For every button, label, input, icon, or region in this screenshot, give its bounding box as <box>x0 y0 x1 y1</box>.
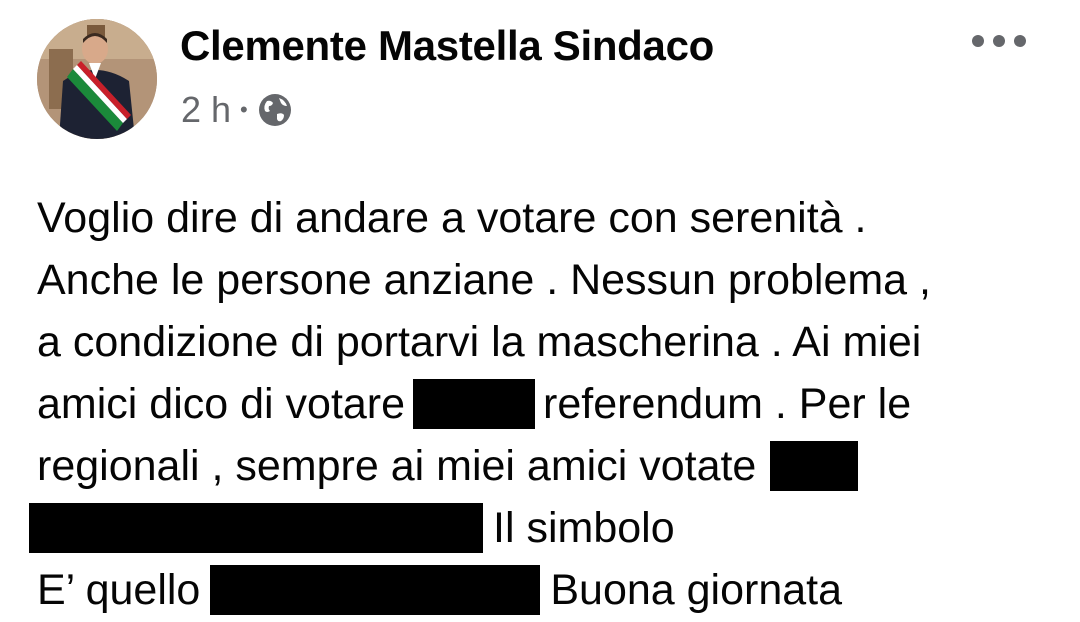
post-text: referendum . Per le <box>543 380 912 428</box>
more-dot <box>972 35 984 47</box>
post-text: regionali , sempre ai miei amici votate <box>37 442 757 490</box>
post-text: Voglio dire di andare a votare con seren… <box>37 194 867 242</box>
post-line: E’ quello Buona giornata <box>37 559 1057 621</box>
globe-icon[interactable] <box>257 92 293 128</box>
redaction-bar <box>413 379 536 429</box>
post-body: Voglio dire di andare a votare con seren… <box>29 187 1057 621</box>
post-text: Anche le persone anziane . Nessun proble… <box>37 256 931 304</box>
post-line: amici dico di votare referendum . Per le <box>37 373 1057 435</box>
author-name[interactable]: Clemente Mastella Sindaco <box>180 22 714 70</box>
post-line: a condizione di portarvi la mascherina .… <box>37 311 1057 373</box>
more-dot <box>993 35 1005 47</box>
redaction-bar <box>210 565 541 615</box>
more-dot <box>1014 35 1026 47</box>
avatar-photo <box>37 19 157 139</box>
post-text: Il simbolo <box>493 504 675 552</box>
post-line: Il simbolo <box>29 497 1057 559</box>
post-line: Anche le persone anziane . Nessun proble… <box>37 249 1057 311</box>
post-line: Voglio dire di andare a votare con seren… <box>37 187 1057 249</box>
post-text: amici dico di votare <box>37 380 406 428</box>
post-text: Buona giornata <box>550 566 843 614</box>
post-text: E’ quello <box>37 566 201 614</box>
post-timestamp[interactable]: 2 h <box>181 89 231 131</box>
more-options-button[interactable] <box>972 30 1026 52</box>
author-avatar[interactable] <box>37 19 157 139</box>
post-meta: 2 h • <box>181 89 293 131</box>
redaction-bar <box>29 503 483 553</box>
post-line: regionali , sempre ai miei amici votate <box>37 435 1057 497</box>
meta-separator: • <box>240 97 248 122</box>
redaction-bar <box>770 441 859 491</box>
post-text: a condizione di portarvi la mascherina .… <box>37 318 922 366</box>
